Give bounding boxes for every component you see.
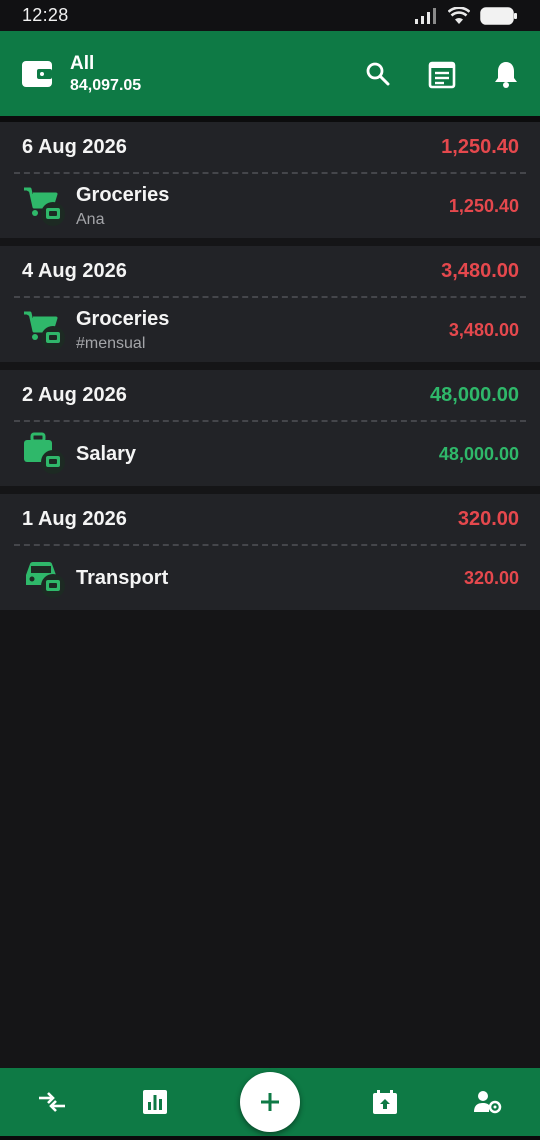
transaction-category: Salary <box>76 442 137 465</box>
calendar-notes-button[interactable] <box>428 60 456 88</box>
account-settings-icon <box>474 1091 502 1114</box>
date-group-header[interactable]: 2 Aug 2026 48,000.00 <box>0 370 540 420</box>
bell-icon <box>495 61 517 88</box>
signal-icon <box>415 7 436 24</box>
stats-icon <box>142 1090 167 1114</box>
account-selector[interactable]: All 84,097.05 <box>70 53 141 95</box>
group-total: 3,480.00 <box>441 259 519 282</box>
account-name: All <box>70 52 95 74</box>
transaction-text: Groceries Ana <box>76 184 169 229</box>
group-date: 6 Aug 2026 <box>22 135 127 158</box>
transaction-list: 6 Aug 2026 1,250.40 Groceries Ana 1,250.… <box>0 122 540 618</box>
group-total: 320.00 <box>457 507 519 530</box>
date-group: 1 Aug 2026 320.00 Transport 320.00 <box>0 494 540 610</box>
group-date: 1 Aug 2026 <box>22 507 127 530</box>
group-total: 48,000.00 <box>430 383 519 406</box>
transfer-button[interactable] <box>34 1084 70 1120</box>
scheduled-button[interactable] <box>367 1084 403 1120</box>
account-balance: 84,097.05 <box>70 76 142 94</box>
transaction-amount: 1,250.40 <box>448 195 519 216</box>
briefcase-icon <box>24 432 65 474</box>
bottom-nav <box>0 1068 540 1136</box>
scheduled-icon <box>373 1090 398 1114</box>
cart-icon <box>24 187 65 226</box>
date-group: 4 Aug 2026 3,480.00 Groceries #mensual 3… <box>0 246 540 362</box>
search-button[interactable] <box>364 60 392 88</box>
transaction-text: Salary <box>76 443 136 466</box>
search-icon <box>366 62 390 85</box>
date-group: 6 Aug 2026 1,250.40 Groceries Ana 1,250.… <box>0 122 540 238</box>
transaction-text: Transport <box>76 567 168 590</box>
transaction-row[interactable]: Groceries #mensual 3,480.00 <box>0 298 540 362</box>
transaction-category: Groceries <box>76 183 170 206</box>
status-bar: 12:28 <box>0 0 540 31</box>
cart-icon <box>24 311 65 350</box>
transaction-amount: 320.00 <box>463 567 519 588</box>
transaction-category: Groceries <box>76 307 170 330</box>
stats-button[interactable] <box>137 1084 173 1120</box>
calendar-notes-icon <box>428 61 456 88</box>
wifi-icon <box>448 6 470 24</box>
transaction-subtitle: #mensual <box>76 334 146 352</box>
transaction-text: Groceries #mensual <box>76 308 169 353</box>
transaction-subtitle: Ana <box>76 210 105 228</box>
app-bar: All 84,097.05 <box>0 31 540 116</box>
transaction-row[interactable]: Salary 48,000.00 <box>0 422 540 486</box>
transfer-icon <box>38 1092 65 1112</box>
account-settings-button[interactable] <box>470 1084 506 1120</box>
date-group-header[interactable]: 6 Aug 2026 1,250.40 <box>0 122 540 172</box>
date-group: 2 Aug 2026 48,000.00 Salary 48,000.00 <box>0 370 540 486</box>
transaction-category: Transport <box>76 566 169 589</box>
add-transaction-button[interactable] <box>239 1072 300 1132</box>
transaction-row[interactable]: Groceries Ana 1,250.40 <box>0 174 540 238</box>
car-icon <box>26 562 65 598</box>
notifications-button[interactable] <box>492 60 520 88</box>
wallet-icon[interactable] <box>20 57 54 91</box>
app-actions <box>328 60 520 88</box>
group-total: 1,250.40 <box>441 135 519 158</box>
status-time: 12:28 <box>22 5 69 25</box>
status-icons <box>414 6 518 25</box>
battery-icon <box>480 6 517 25</box>
transaction-amount: 48,000.00 <box>438 443 519 464</box>
date-group-header[interactable]: 1 Aug 2026 320.00 <box>0 494 540 544</box>
transaction-row[interactable]: Transport 320.00 <box>0 546 540 610</box>
group-date: 2 Aug 2026 <box>22 383 127 406</box>
add-icon <box>260 1093 279 1111</box>
date-group-header[interactable]: 4 Aug 2026 3,480.00 <box>0 246 540 296</box>
group-date: 4 Aug 2026 <box>22 259 127 282</box>
system-nav-bar <box>0 1136 540 1140</box>
transaction-amount: 3,480.00 <box>448 319 519 340</box>
